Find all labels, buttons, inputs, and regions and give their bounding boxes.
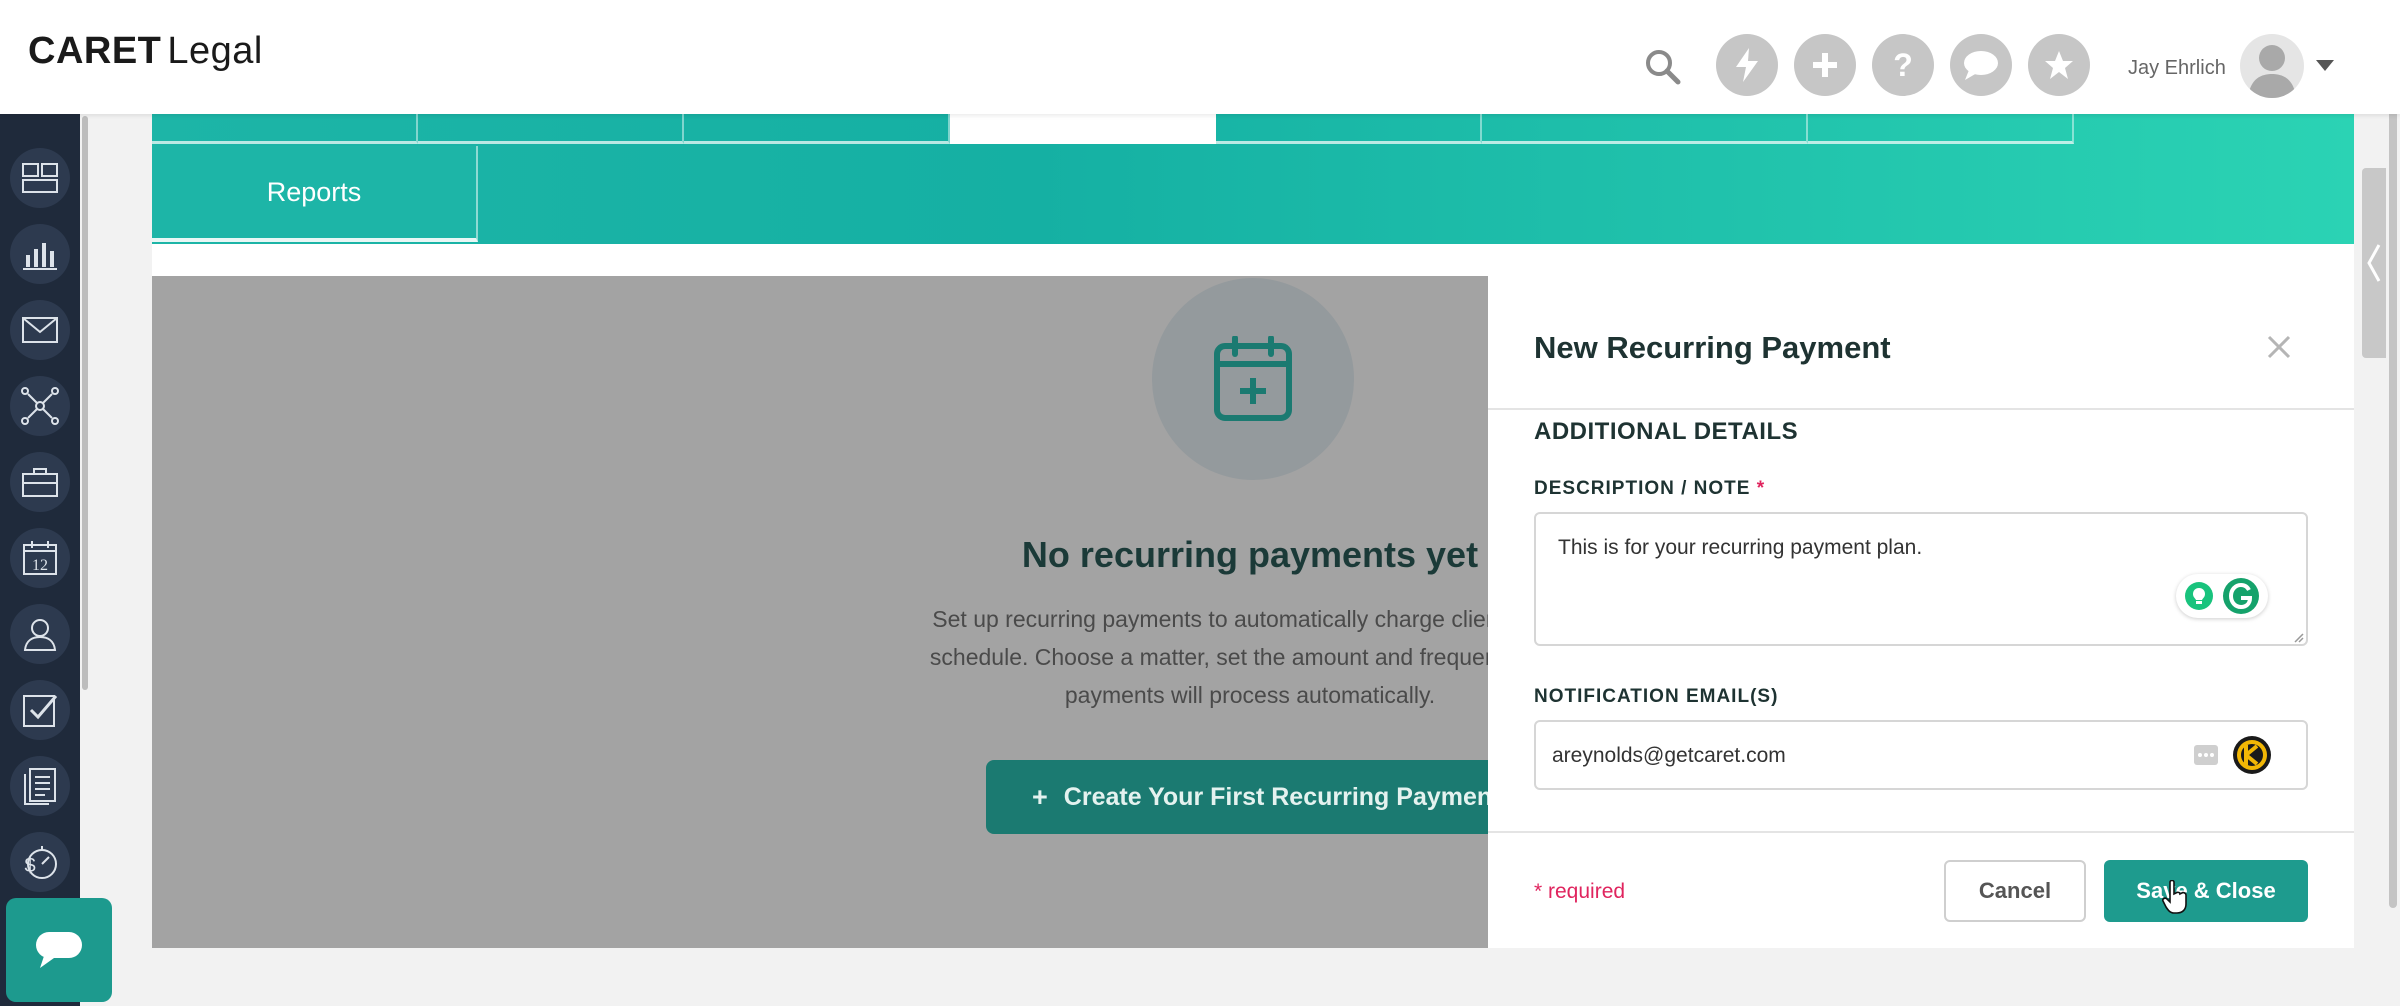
grammarly-widget[interactable] xyxy=(2176,574,2268,618)
help-icon[interactable]: ? xyxy=(1872,34,1934,96)
svg-text:?: ? xyxy=(1893,48,1913,82)
user-name[interactable]: Jay Ehrlich xyxy=(2128,57,2226,80)
briefcase-icon[interactable] xyxy=(10,452,70,512)
plus-icon: + xyxy=(1032,781,1048,812)
create-button-label: Create Your First Recurring Payment xyxy=(1063,782,1488,811)
required-asterisk: * xyxy=(1756,478,1766,499)
tab-reports[interactable]: Reports xyxy=(152,146,478,242)
calendar-plus-icon xyxy=(1214,336,1292,421)
description-value: This is for your recurring payment plan. xyxy=(1558,536,1923,559)
documents-icon[interactable] xyxy=(10,756,70,816)
notification-email-field[interactable]: areynolds@getcaret.com xyxy=(1534,720,2308,790)
email-value: areynolds@getcaret.com xyxy=(1552,744,1786,767)
cancel-button[interactable]: Cancel xyxy=(1944,860,2086,922)
autofill-dots-icon[interactable] xyxy=(2194,745,2218,765)
contacts-icon[interactable] xyxy=(10,604,70,664)
search-icon[interactable] xyxy=(1644,48,1682,86)
description-label-text: DESCRIPTION / NOTE xyxy=(1534,478,1751,499)
chat-widget-button[interactable] xyxy=(6,898,112,1002)
panel-title: New Recurring Payment xyxy=(1534,330,1891,365)
top-header: CARET Legal ? Jay Ehrlich xyxy=(0,0,2400,114)
module-tab[interactable] xyxy=(684,114,950,144)
logo-main-text: CARET xyxy=(28,30,162,72)
notification-email-label: NOTIFICATION EMAIL(S) xyxy=(1534,686,1779,707)
avatar[interactable] xyxy=(2240,34,2304,98)
description-label: DESCRIPTION / NOTE * xyxy=(1534,478,1765,500)
module-tab[interactable] xyxy=(418,114,684,144)
plus-icon[interactable] xyxy=(1794,34,1856,96)
mail-icon[interactable] xyxy=(10,300,70,360)
module-tab[interactable] xyxy=(152,114,418,144)
grammarly-icon[interactable] xyxy=(2222,577,2260,615)
module-tab[interactable] xyxy=(1808,114,2074,144)
star-icon[interactable] xyxy=(2028,34,2090,96)
password-manager-icon[interactable] xyxy=(2232,735,2272,775)
page-scrollbar-thumb[interactable] xyxy=(2389,108,2397,908)
module-tab[interactable] xyxy=(1482,114,1808,144)
close-icon[interactable] xyxy=(2264,332,2294,362)
empty-state-description-clip: Set up recurring payments to automatical… xyxy=(900,600,1488,720)
empty-state-illustration xyxy=(1152,278,1354,480)
side-drawer-toggle[interactable] xyxy=(2362,168,2386,358)
reports-icon[interactable] xyxy=(10,224,70,284)
panel-header-divider xyxy=(1488,408,2354,410)
calendar-day-number: 12 xyxy=(32,557,48,574)
logo-sub-text: Legal xyxy=(167,30,263,72)
panel-footer-divider xyxy=(1488,831,2354,833)
calendar-icon[interactable]: 12 xyxy=(10,528,70,588)
dashboard-icon[interactable] xyxy=(10,148,70,208)
chevron-left-icon xyxy=(2367,244,2381,282)
module-tab[interactable] xyxy=(1216,114,1482,144)
save-and-close-button[interactable]: Save & Close xyxy=(2104,860,2308,922)
app-logo[interactable]: CARET Legal xyxy=(28,30,263,73)
empty-state-title: No recurring payments yet xyxy=(1021,534,1479,575)
network-icon[interactable] xyxy=(10,376,70,436)
user-menu-chevron-down-icon[interactable] xyxy=(2316,60,2334,71)
description-textarea[interactable]: This is for your recurring payment plan. xyxy=(1534,512,2308,646)
resize-handle[interactable] xyxy=(2292,630,2304,643)
empty-state-description: Set up recurring payments to automatical… xyxy=(929,606,1488,708)
svg-text:$: $ xyxy=(24,855,35,877)
required-note: * required xyxy=(1534,880,1626,903)
module-tab-active[interactable] xyxy=(950,114,1216,144)
lightning-icon[interactable] xyxy=(1716,34,1778,96)
sidebar-scrollbar[interactable] xyxy=(82,116,88,690)
section-title: ADDITIONAL DETAILS xyxy=(1534,418,1799,445)
create-first-recurring-payment-button[interactable]: + Create Your First Recurring Payment xyxy=(986,760,1488,834)
chat-icon[interactable] xyxy=(1950,34,2012,96)
new-recurring-payment-panel: New Recurring Payment ADDITIONAL DETAILS… xyxy=(1488,276,2354,948)
lightbulb-icon[interactable] xyxy=(2184,581,2214,611)
tasks-icon[interactable] xyxy=(10,680,70,740)
hand-cursor-icon xyxy=(2162,879,2188,919)
left-sidebar: 12 $ xyxy=(0,114,80,1006)
module-tabs xyxy=(152,114,2074,144)
billing-timer-icon[interactable]: $ xyxy=(10,832,70,892)
